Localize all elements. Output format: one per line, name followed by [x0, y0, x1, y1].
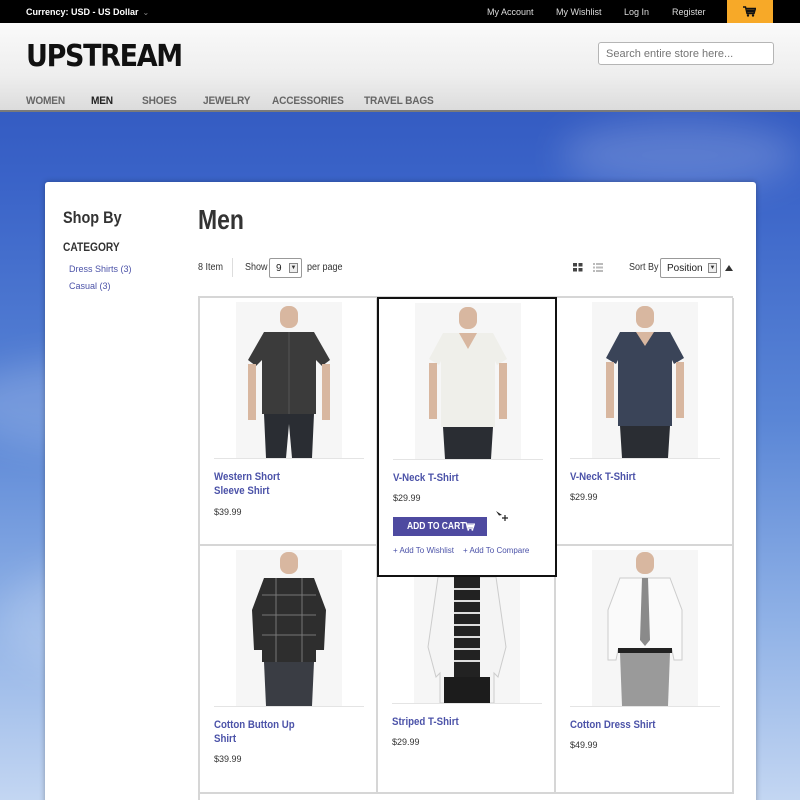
chevron-down-icon: ▼: [289, 263, 298, 273]
product-price: $39.99: [214, 507, 242, 517]
product-image[interactable]: [415, 303, 521, 459]
my-wishlist-link[interactable]: My Wishlist: [556, 7, 602, 17]
mouse-cursor-icon: [496, 511, 508, 521]
compare-label: Add To Compare: [469, 546, 530, 555]
search-input[interactable]: [598, 42, 774, 65]
product-name[interactable]: V-Neck T-Shirt: [570, 470, 658, 484]
product-image[interactable]: [236, 550, 342, 706]
sort-value: Position: [667, 263, 703, 274]
add-to-compare-link[interactable]: + Add To Compare: [463, 546, 529, 555]
divider: [570, 706, 720, 707]
currency-label: Currency: USD - US Dollar: [26, 7, 139, 17]
product-card: Striped T-Shirt $29.99: [378, 577, 556, 794]
sidebar-title: Shop By: [63, 208, 122, 227]
chevron-down-icon: ⌄: [142, 8, 150, 17]
divider: [232, 258, 233, 277]
product-name[interactable]: V-Neck T-Shirt: [393, 471, 481, 485]
category-link-casual[interactable]: Casual (3): [69, 281, 111, 291]
wishlist-label: Add To Wishlist: [399, 546, 454, 555]
product-image[interactable]: [592, 550, 698, 706]
product-card: V-Neck T-Shirt $29.99 ADD TO CART + Add …: [377, 297, 557, 577]
divider: [393, 459, 543, 460]
per-page-select[interactable]: 9 ▼: [269, 258, 302, 278]
product-card: Western Short Sleeve Shirt $39.99: [200, 298, 378, 546]
category-link-dress-shirts[interactable]: Dress Shirts (3): [69, 264, 132, 274]
nav-travel-bags[interactable]: TRAVEL BAGS: [364, 95, 434, 107]
top-bar: Currency: USD - US Dollar ⌄ My Account My…: [0, 0, 800, 23]
product-name[interactable]: Cotton Dress Shirt: [570, 718, 658, 732]
per-page-value: 9: [276, 263, 282, 274]
product-grid: Western Short Sleeve Shirt $39.99 V-Neck…: [198, 296, 734, 800]
my-account-link[interactable]: My Account: [487, 7, 534, 17]
divider: [214, 706, 364, 707]
product-price: $29.99: [392, 737, 420, 747]
nav-shoes[interactable]: SHOES: [142, 95, 177, 107]
product-price: $29.99: [570, 492, 598, 502]
nav-accessories[interactable]: ACCESSORIES: [272, 95, 344, 107]
grid-view-icon[interactable]: [573, 263, 583, 272]
product-price: $39.99: [214, 754, 242, 764]
divider: [570, 458, 720, 459]
sort-by-label: Sort By: [629, 262, 659, 273]
product-card: Cotton Button Up Shirt $39.99: [200, 546, 378, 794]
nav-women[interactable]: WOMEN: [26, 95, 65, 107]
add-to-cart-button[interactable]: ADD TO CART: [393, 517, 487, 536]
background-cloud: [560, 120, 800, 190]
divider: [214, 458, 364, 459]
product-image[interactable]: [236, 302, 342, 458]
register-link[interactable]: Register: [672, 7, 706, 17]
site-header: UPSTREAM WOMEN MEN SHOES JEWELRY ACCESSO…: [0, 23, 800, 112]
product-price: $29.99: [393, 493, 421, 503]
product-name[interactable]: Western Short Sleeve Shirt: [214, 470, 302, 498]
login-link[interactable]: Log In: [624, 7, 649, 17]
cart-icon: [743, 6, 756, 17]
per-page-label: per page: [307, 262, 343, 273]
list-view-icon[interactable]: [593, 263, 603, 272]
show-label: Show: [245, 262, 268, 273]
product-image[interactable]: [592, 302, 698, 458]
product-card: V-Neck T-Shirt $29.99: [556, 298, 734, 546]
category-heading: CATEGORY: [63, 240, 120, 254]
chevron-down-icon: ▼: [708, 263, 717, 273]
product-name[interactable]: Cotton Button Up Shirt: [214, 718, 302, 746]
product-image[interactable]: [414, 577, 520, 703]
item-count: 8 Item: [198, 262, 224, 273]
currency-selector[interactable]: Currency: USD - US Dollar ⌄: [26, 7, 149, 17]
page-title: Men: [198, 204, 244, 235]
sort-direction-icon[interactable]: [725, 265, 733, 271]
product-name[interactable]: Striped T-Shirt: [392, 715, 480, 729]
nav-jewelry[interactable]: JEWELRY: [203, 95, 250, 107]
cart-button[interactable]: [727, 0, 773, 23]
sort-select[interactable]: Position ▼: [660, 258, 721, 278]
cart-icon: [464, 522, 475, 531]
product-price: $49.99: [570, 740, 598, 750]
product-card: Cotton Dress Shirt $49.99: [556, 546, 734, 794]
add-to-cart-label: ADD TO CART: [407, 521, 466, 532]
site-logo[interactable]: UPSTREAM: [26, 39, 183, 74]
nav-men[interactable]: MEN: [91, 95, 113, 107]
divider: [392, 703, 542, 704]
add-to-wishlist-link[interactable]: + Add To Wishlist: [393, 546, 454, 555]
